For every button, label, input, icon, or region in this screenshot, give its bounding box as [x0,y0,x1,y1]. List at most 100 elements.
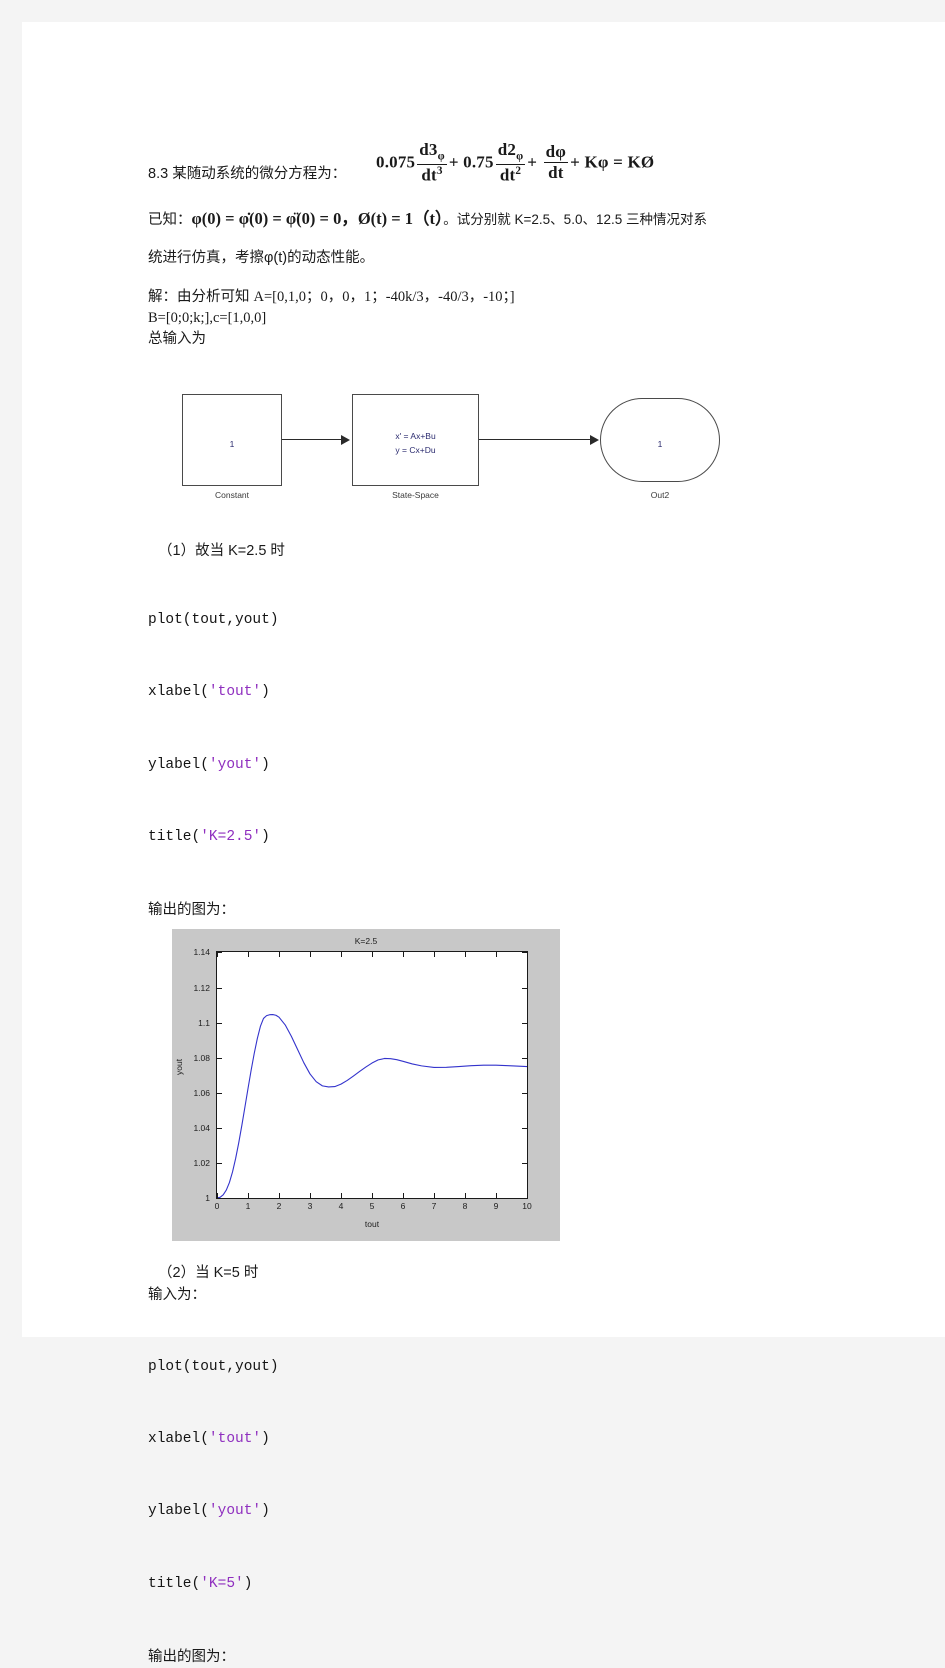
chart-x-tick [403,1193,404,1199]
equation-op-3: + [570,152,580,172]
given-conditions-line-1: 已知：φ(0) = φ̇(0) = φ̈(0) = 0，Ø(t) = 1（t）。… [148,202,848,235]
connector-line-2 [479,439,591,441]
code-fn: title( [148,1575,201,1592]
chart-y-tick [522,1093,527,1095]
step-2-code: plot(tout,yout) xlabel('tout') ylabel('y… [148,1307,848,1644]
step-2-heading: （2）当 K=5 时 [158,1265,259,1282]
solution-label: 解：由分析可知 [148,289,254,306]
simulink-diagram: 1 Constant x' = Ax+Bu y = Cx+Du State-Sp… [170,384,790,519]
equation-tail: Kφ = KØ [584,152,655,172]
out-port-value: 1 [657,439,663,450]
chart-axes [216,951,528,1200]
simulink-state-space-block[interactable]: x' = Ax+Bu y = Cx+Du [352,394,479,487]
out-port-caption: Out2 [650,490,670,501]
code-string: 'tout' [208,684,262,701]
chart-y-tick [522,987,527,989]
code-fn: plot(tout,yout) [148,1359,279,1376]
chart-y-tick-label: 1 [205,1193,210,1204]
code-paren: ) [243,1575,253,1592]
chart-ylabel: yout [174,1059,184,1076]
code-string: 'tout' [208,1431,262,1448]
num1-main: d3 [419,140,438,159]
num1-sub: φ [437,150,445,163]
chart-curve [217,1014,527,1199]
chart-x-tick [403,952,404,958]
problem-label: 8.3 某随动系统的微分方程为： [148,164,346,186]
page-content: 8.3 某随动系统的微分方程为： 0.075 d3φ dt3 + 0.75 d2φ dt2… [148,140,848,1668]
code-fn: title( [148,828,201,845]
given-math: φ(0) = φ̇(0) = φ̈(0) = 0，Ø(t) = 1（t） [191,209,444,228]
chart-y-tick [217,1198,222,1200]
given-line2-a: 统进行仿真，考擦 [148,250,264,266]
chart-x-tick [372,1193,373,1199]
den1-sup: 3 [436,165,443,178]
chart-y-tick [217,1057,222,1059]
chart-x-tick [310,1193,311,1199]
solution-matrix-b: B=[0;0;k;],c=[1,0,0] [148,310,267,327]
num2-sub: φ [516,150,524,163]
chart-y-tick [217,1093,222,1095]
given-tail: 。试分别就 K=2.5、5.0、12.5 三种情况对系 [443,212,707,227]
chart-y-tick-label: 1.14 [193,947,210,958]
code-line: ylabel('yout') [148,753,848,777]
code-string: 'K=2.5' [200,828,262,845]
given-line2-math: φ(t) [264,250,288,266]
given-conditions-line-2: 统进行仿真，考擦φ(t)的动态性能。 [148,245,848,271]
equation-fraction-3-denominator: dt [548,163,564,183]
chart-x-tick [279,1193,280,1199]
given-label: 已知： [148,212,192,228]
code-paren: ) [261,828,270,845]
code-string: 'yout' [208,1503,262,1520]
chart-y-tick-label: 1.04 [193,1123,210,1134]
chart-y-tick [217,987,222,989]
code-paren: ) [261,1503,270,1520]
chart-x-tick [248,952,249,958]
problem-number: 8.3 [148,166,169,182]
chart-x-tick [341,952,342,958]
chart-x-tick [310,952,311,958]
equation-coef-2: 0.75 [463,152,494,172]
chart-x-tick-label: 4 [338,1201,344,1212]
chart-y-tick [217,952,222,954]
chart-y-tick [217,1128,222,1130]
code-paren: ) [261,756,270,773]
den2-sup: 2 [515,165,522,178]
step-1-code: plot(tout,yout) xlabel('tout') ylabel('y… [148,560,848,897]
step-2-output-label: 输出的图为： [148,1648,235,1665]
equation-fraction-1-numerator: d3φ [417,140,447,166]
simulink-constant-block[interactable]: 1 [182,394,282,487]
chart-y-tick [522,952,527,954]
code-fn: ylabel( [148,1503,209,1520]
equation-fraction-3: dφ dt [543,142,569,183]
chart-title: K=2.5 [354,936,378,947]
num2-main: d2 [497,140,517,159]
chart-x-tick [341,1193,342,1199]
chart-x-tick [465,1193,466,1199]
chart-x-tick [372,952,373,958]
chart-y-tick-label: 1.02 [193,1158,210,1169]
code-fn: ylabel( [148,756,209,773]
state-space-block-caption: State-Space [392,490,439,501]
chart-x-tick-label: 7 [431,1201,437,1212]
equation-fraction-1-denominator: dt3 [417,165,447,185]
chart-x-tick-label: 5 [369,1201,375,1212]
code-paren: ) [261,684,270,701]
chart-x-tick-label: 1 [245,1201,251,1212]
chart-y-tick-label: 1.06 [193,1088,210,1099]
equation-fraction-3-numerator: dφ [543,142,569,164]
code-line: title('K=2.5') [148,825,848,849]
equation-fraction-2-denominator: dt2 [496,165,526,185]
equation-op-1: + [448,152,459,172]
differential-equation: 0.075 d3φ dt3 + 0.75 d2φ dt2 + dφ dt + Kφ = KØ [376,140,655,186]
code-paren: ) [261,1431,270,1448]
connector-line-1 [282,439,342,441]
equation-coef-1: 0.075 [376,152,416,172]
code-line: plot(tout,yout) [148,1355,848,1379]
simulink-out-port-block[interactable]: 1 [600,398,720,483]
chart-x-tick [527,1193,528,1199]
chart-y-tick-label: 1.1 [198,1017,210,1028]
code-fn: plot(tout,yout) [148,612,279,629]
den1-main: dt [421,165,437,185]
equation-fraction-2: d2φ dt2 [495,140,526,185]
code-line: title('K=5') [148,1572,848,1596]
